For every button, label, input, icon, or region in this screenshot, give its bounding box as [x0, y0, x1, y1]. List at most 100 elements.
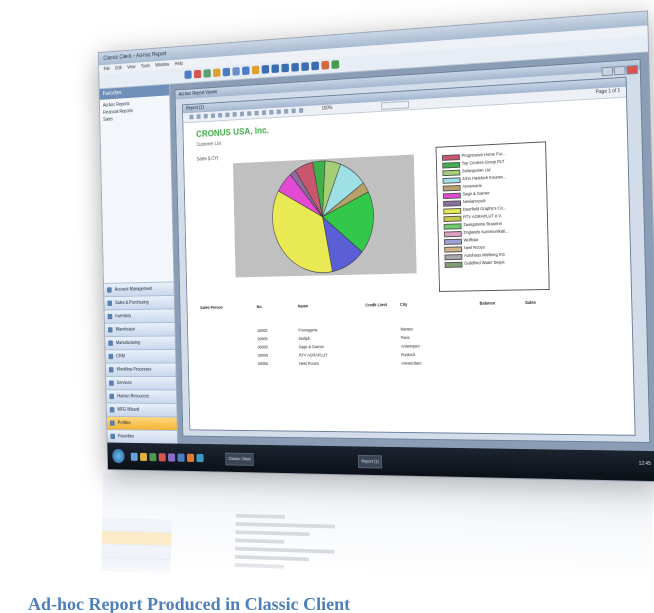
navigation-pane: Favorites Ad-hoc Reports Financial Report…: [99, 84, 178, 444]
report-subtitle: Customer List: [196, 141, 222, 148]
nav-button[interactable]: CRM: [105, 349, 176, 363]
report-tool-icon[interactable]: [269, 109, 274, 115]
table-header: No.: [256, 304, 263, 310]
nav-button[interactable]: Manufacturing: [105, 335, 176, 350]
toolbar-icon[interactable]: [193, 69, 202, 79]
toolbar-icon[interactable]: [321, 60, 330, 70]
report-tool-icon[interactable]: [284, 108, 289, 114]
toolbar-icon[interactable]: [311, 61, 320, 71]
taskbar-icon[interactable]: [167, 453, 176, 462]
report-tool-icon[interactable]: [203, 113, 208, 119]
report-tool-icon[interactable]: [189, 114, 194, 120]
cell-name: Sediph: [298, 336, 311, 341]
report-canvas: CRONUS USA, Inc. Customer List Sales (LC…: [188, 100, 629, 435]
taskbar-item[interactable]: Report (1): [357, 454, 383, 469]
report-tool-icon[interactable]: [298, 108, 304, 113]
report-viewer-window: Ad-hoc Report Viewer Report (1) 100% Pag…: [174, 58, 651, 444]
legend-swatch: [444, 261, 463, 268]
report-tool-icon[interactable]: [291, 108, 296, 114]
cell-name: Sage & Garner: [298, 344, 324, 350]
table-header: Credit Limit: [365, 302, 387, 308]
minimize-button[interactable]: [601, 66, 614, 77]
menu-item[interactable]: Tools: [141, 63, 150, 69]
nav-buttons: Account Management Sales & Purchasing Inve…: [103, 281, 178, 444]
reflection-line: [235, 513, 285, 519]
toolbar-icon[interactable]: [271, 64, 280, 74]
taskbar-icon[interactable]: [177, 453, 185, 462]
table-header: City: [399, 302, 408, 307]
report-tool-icon[interactable]: [225, 112, 230, 118]
nav-button[interactable]: Profiles: [106, 415, 177, 431]
report-tool-icon[interactable]: [247, 111, 252, 116]
table-row: 50000 Neel Rooze Amsterdam: [201, 360, 627, 369]
report-tool-icon[interactable]: [218, 112, 223, 118]
nav-button[interactable]: Human Resources: [106, 389, 177, 404]
taskbar-clock: 12:45: [638, 460, 651, 468]
pie-chart: [233, 155, 417, 278]
report-tool-icon[interactable]: [210, 113, 215, 119]
toolbar-icon[interactable]: [184, 70, 192, 80]
nav-button[interactable]: Favorites: [107, 429, 178, 444]
menu-item[interactable]: Window: [155, 62, 169, 68]
page-search-input[interactable]: [381, 100, 410, 110]
toolbar-icon[interactable]: [251, 65, 260, 75]
cell-city: Amsterdam: [401, 360, 422, 366]
table-header: Sales: [525, 299, 536, 305]
favorites-tree: Ad-hoc Reports Financial Reports Sales: [100, 95, 170, 126]
taskbar-icon[interactable]: [158, 453, 166, 462]
toolbar-icon[interactable]: [213, 68, 221, 78]
menu-item[interactable]: View: [127, 65, 135, 71]
image-caption: Ad-hoc Report Produced in Classic Client: [28, 594, 351, 613]
toolbar-icon[interactable]: [222, 67, 231, 77]
report-tool-icon[interactable]: [196, 114, 201, 119]
table-header: Sales Person: [200, 304, 223, 310]
reflection-line: [235, 538, 285, 544]
nav-button[interactable]: Sales & Purchasing: [104, 294, 175, 310]
cell-no: 40000: [257, 353, 269, 358]
workspace: Ad-hoc Report Viewer Report (1) 100% Pag…: [169, 52, 654, 452]
toolbar-icon[interactable]: [281, 63, 289, 73]
report-tool-icon[interactable]: [232, 112, 237, 117]
toolbar-icon[interactable]: [301, 62, 309, 72]
nav-button[interactable]: MFG Wizard: [106, 402, 177, 417]
table-header: Name: [297, 303, 309, 309]
taskbar-icon[interactable]: [149, 453, 157, 462]
report-tool-icon[interactable]: [254, 110, 259, 116]
report-tool-icon[interactable]: [239, 111, 245, 117]
cell-name: Neel Rooze: [299, 361, 319, 366]
menu-item[interactable]: File: [104, 66, 110, 72]
reflection-block: [101, 544, 172, 561]
toolbar-icon[interactable]: [232, 67, 240, 76]
report-tool-icon[interactable]: [261, 110, 267, 116]
taskbar-icon[interactable]: [186, 453, 195, 462]
cell-name: RTV AGRAPLUT: [298, 352, 328, 358]
cell-city: Rostock: [401, 352, 416, 358]
nav-button[interactable]: Services: [105, 376, 176, 390]
taskbar-item[interactable]: Classic Client: [225, 452, 255, 466]
table-header: Balance: [479, 300, 496, 306]
taskbar-icon[interactable]: [130, 452, 138, 461]
taskbar-icon[interactable]: [196, 453, 204, 463]
taskbar-icon[interactable]: [139, 452, 148, 462]
nav-button[interactable]: Warehouse: [104, 321, 175, 337]
toolbar-icon[interactable]: [331, 60, 340, 69]
toolbar-icon[interactable]: [203, 69, 211, 78]
toolbar-icon[interactable]: [291, 62, 299, 72]
cell-no: 10000: [257, 328, 268, 333]
nav-button[interactable]: Workflow Processes: [105, 362, 176, 377]
reflection-block: [101, 517, 172, 534]
toolbar-icon[interactable]: [261, 64, 270, 74]
menu-item[interactable]: Help: [175, 61, 183, 67]
nav-button[interactable]: Account Management: [103, 281, 174, 297]
maximize-button[interactable]: [613, 65, 626, 76]
start-button[interactable]: [112, 448, 125, 464]
page-info: Page 1 of 1: [595, 87, 621, 96]
report-tool-icon[interactable]: [276, 109, 281, 115]
menu-item[interactable]: Edit: [115, 66, 122, 72]
zoom-select[interactable]: 100%: [322, 105, 333, 111]
report-window: Report (1) 100% Page 1 of 1 CRONUS USA, …: [182, 76, 636, 436]
toolbar-icon[interactable]: [242, 66, 250, 76]
nav-button[interactable]: Inventory: [104, 308, 175, 323]
close-button[interactable]: [626, 64, 639, 75]
cell-city: Paris: [400, 335, 410, 341]
